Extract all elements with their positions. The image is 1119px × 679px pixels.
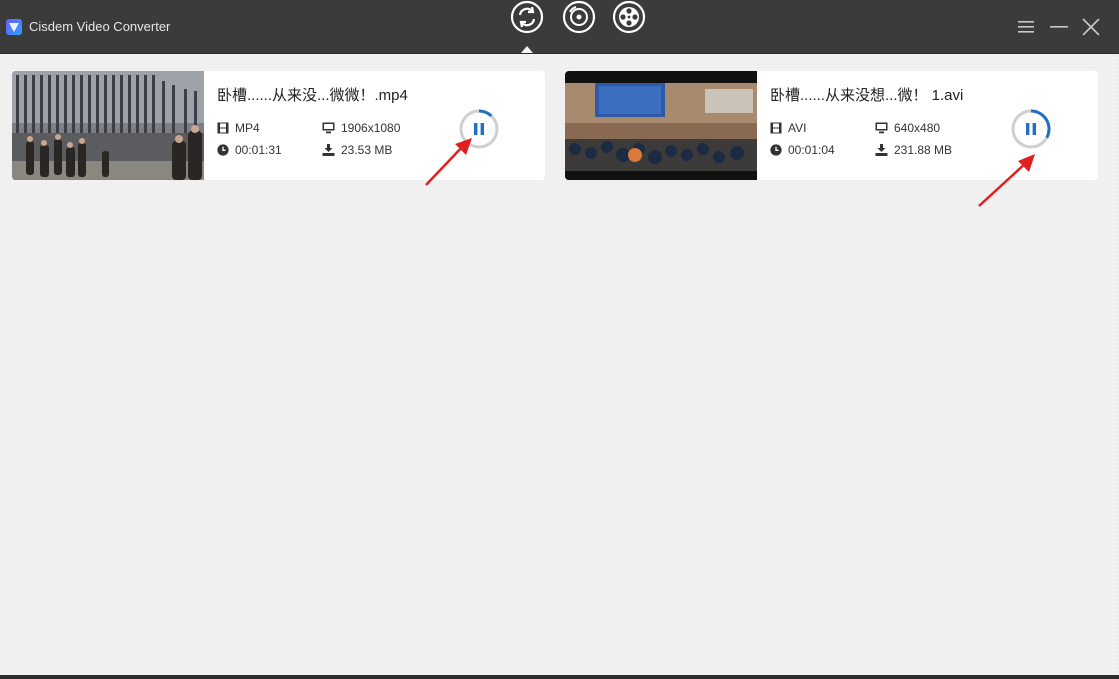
app-logo-icon (6, 19, 22, 35)
bottom-bar (0, 675, 1119, 679)
menu-button[interactable] (1015, 16, 1037, 38)
monitor-icon (322, 122, 335, 134)
download-mode-button[interactable] (612, 0, 646, 34)
rip-dvd-mode-button[interactable] (562, 0, 596, 34)
annotation-arrow (978, 154, 1035, 207)
title-bar: Cisdem Video Converter (0, 0, 1119, 54)
film-icon (217, 122, 229, 134)
pause-button[interactable] (1009, 107, 1053, 151)
monitor-icon (875, 122, 888, 134)
progress-ring (478, 109, 493, 118)
file-resolution: 1906x1080 (322, 121, 400, 135)
download-icon (875, 144, 888, 156)
close-icon (1082, 18, 1100, 36)
menu-icon (1018, 21, 1034, 33)
minimize-button[interactable] (1048, 16, 1070, 38)
file-size: 23.53 MB (322, 143, 392, 157)
pause-icon (1026, 123, 1036, 135)
video-thumbnail (565, 71, 757, 180)
app-title: Cisdem Video Converter (29, 19, 171, 34)
app-window: Cisdem Video Converter 卧槽......从来没...微微！… (0, 0, 1119, 679)
active-mode-indicator (521, 46, 533, 53)
file-resolution: 640x480 (875, 121, 940, 135)
clock-icon (217, 144, 229, 156)
file-name: 卧槽......从来没想...微！ 1.avi (770, 87, 964, 104)
annotation-arrow (425, 138, 472, 186)
film-reel-icon (612, 0, 646, 34)
file-duration: 00:01:31 (217, 143, 282, 157)
convert-icon (510, 0, 544, 34)
close-button[interactable] (1080, 16, 1102, 38)
download-icon (322, 144, 335, 156)
film-icon (770, 122, 782, 134)
pause-icon (474, 123, 484, 135)
disc-icon (562, 0, 596, 34)
minimize-icon (1050, 26, 1068, 28)
file-size: 231.88 MB (875, 143, 952, 157)
file-format: AVI (770, 121, 806, 135)
file-name: 卧槽......从来没...微微！.mp4 (217, 87, 408, 104)
video-thumbnail (12, 71, 204, 180)
convert-mode-button[interactable] (510, 0, 544, 34)
file-duration: 00:01:04 (770, 143, 835, 157)
clock-icon (770, 144, 782, 156)
file-format: MP4 (217, 121, 260, 135)
